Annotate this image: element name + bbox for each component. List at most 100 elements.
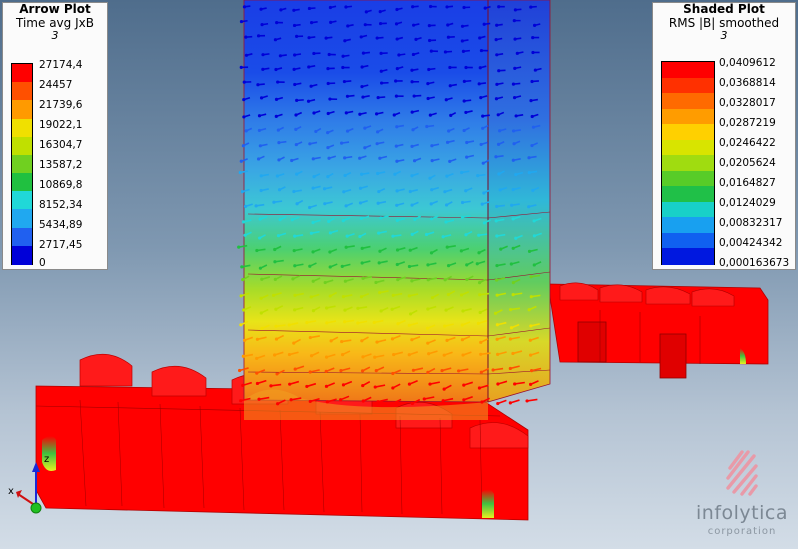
force-arrow-head [361, 383, 365, 388]
force-arrow-head [259, 188, 263, 193]
force-arrow-head [360, 369, 365, 373]
force-arrow-head [273, 247, 277, 252]
force-arrow-head [377, 261, 381, 265]
force-arrow-head [530, 79, 534, 84]
force-arrow-head [390, 307, 394, 311]
force-arrow-head [376, 95, 380, 100]
3d-viewport[interactable]: Arrow Plot Time avg JxB 3 27174,4 24457 … [0, 0, 798, 549]
force-arrow-head [293, 264, 297, 268]
force-arrow-head [496, 401, 500, 406]
force-arrow-head [274, 67, 278, 72]
force-arrow-head [242, 115, 246, 119]
force-arrow-head [374, 369, 378, 373]
force-arrow-head [292, 189, 296, 194]
force-arrow-head [443, 324, 447, 328]
force-arrow-head [457, 369, 461, 373]
force-arrow-head [497, 172, 501, 176]
shaded-legend-swatch [662, 248, 714, 265]
force-arrow-head [479, 95, 483, 100]
force-arrow-head [428, 4, 433, 9]
force-arrow-head [392, 113, 396, 117]
arrow-legend-swatch [12, 154, 32, 174]
force-arrow-head [462, 398, 466, 402]
force-arrow-head [323, 202, 327, 206]
force-arrow-head [258, 266, 263, 270]
force-arrow-head [325, 321, 329, 325]
shaded-legend-value: 0,0124029 [719, 197, 776, 209]
force-arrow-head [311, 250, 315, 254]
force-arrow-head [462, 383, 466, 387]
force-arrow-head [479, 352, 483, 356]
force-arrow-head [275, 372, 279, 376]
force-arrow-head [428, 382, 432, 386]
force-arrow-head [461, 309, 465, 313]
force-arrow-head [495, 82, 499, 86]
infolytica-logo: infolytica corporation [690, 438, 794, 543]
force-arrow-head [308, 335, 312, 340]
force-arrow-head [326, 131, 330, 135]
force-arrow-head [494, 219, 498, 223]
force-arrow-head [241, 278, 245, 282]
force-arrow-head [240, 265, 244, 269]
force-arrow-head [342, 190, 346, 194]
force-arrow-head [244, 53, 249, 57]
force-arrow-head [426, 82, 430, 86]
force-arrow-head [475, 262, 479, 266]
force-arrow-head [391, 234, 395, 238]
force-arrow-head [358, 234, 362, 239]
force-arrow-head [329, 20, 333, 24]
force-arrow-head [324, 369, 328, 374]
force-arrow-head [511, 281, 515, 285]
force-arrow-head [274, 114, 278, 118]
force-arrow-head [427, 67, 431, 72]
force-arrow-head [411, 5, 415, 9]
force-arrow-head [361, 399, 365, 403]
force-arrow-head [327, 156, 331, 160]
force-arrow-head [288, 382, 292, 386]
force-arrow-head [422, 397, 426, 401]
force-arrow-head [273, 353, 277, 357]
force-arrow-head [277, 188, 282, 192]
force-arrow-head [375, 36, 379, 40]
force-arrow-head [360, 339, 364, 343]
force-arrow-head [395, 125, 399, 129]
force-arrow-head [271, 293, 276, 297]
force-arrow-head [377, 231, 381, 235]
shaded-legend-swatch [662, 232, 714, 250]
force-arrow-head [460, 170, 464, 175]
force-arrow-head [293, 82, 297, 87]
shaded-legend-value: 0,00832317 [719, 217, 783, 229]
force-arrow-head [309, 354, 314, 358]
arrow-legend-swatch [12, 82, 32, 101]
force-arrow-head [508, 366, 512, 371]
force-arrow-head [358, 201, 363, 205]
force-arrow-head [339, 398, 343, 402]
force-arrow-head [290, 218, 294, 222]
force-arrow-head [476, 174, 480, 178]
shaded-legend-swatch [662, 170, 714, 187]
force-arrow-head [427, 23, 431, 28]
force-arrow-head [411, 128, 415, 132]
force-arrow-head [256, 34, 261, 38]
force-arrow-head [328, 97, 332, 101]
shaded-legend-swatch [662, 155, 714, 172]
force-arrow-head [342, 79, 347, 84]
force-arrow-head [294, 113, 298, 117]
force-arrow-head [396, 278, 400, 282]
force-arrow-head [237, 245, 241, 249]
force-arrow-head [412, 159, 417, 163]
force-arrow-head [460, 323, 464, 327]
force-arrow-head [307, 6, 312, 11]
force-arrow-head [312, 111, 316, 115]
force-arrow-head [448, 159, 452, 163]
shaded-legend-value: 0,0328017 [719, 97, 776, 109]
force-arrow-head [511, 129, 516, 133]
force-arrow-head [499, 247, 503, 251]
force-arrow-head [442, 353, 446, 357]
force-arrow-head [496, 382, 500, 386]
force-arrow-head [410, 144, 414, 149]
force-arrow-head [274, 97, 279, 101]
force-arrow-head [494, 155, 498, 159]
force-arrow-head [274, 307, 278, 311]
force-arrow-head [239, 159, 243, 163]
